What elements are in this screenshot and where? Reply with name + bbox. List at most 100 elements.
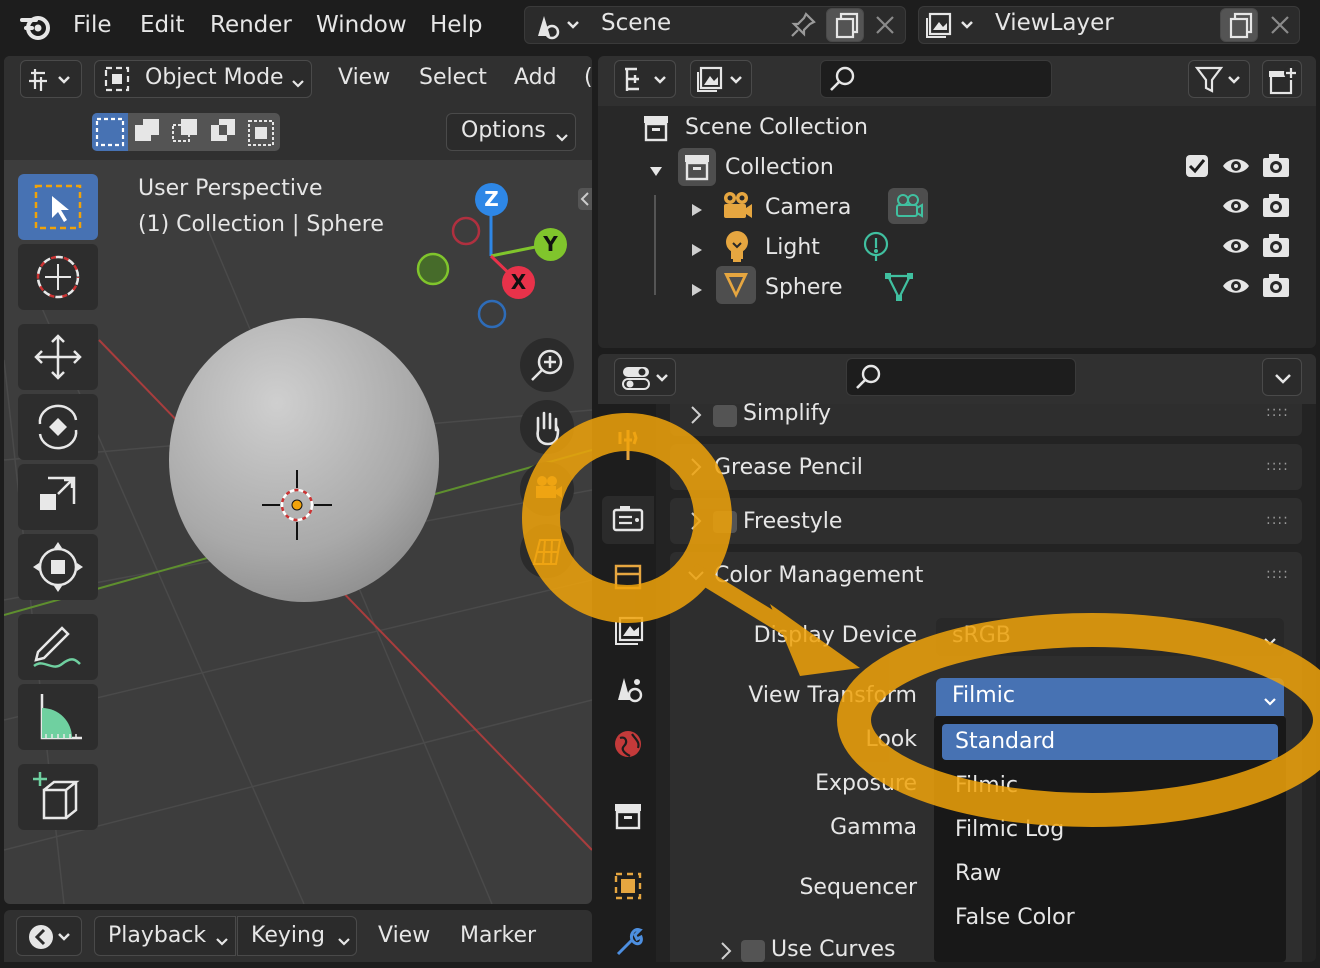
eye-icon[interactable] [1220, 192, 1252, 220]
menu-help[interactable]: Help [430, 0, 482, 50]
expand-arrow-icon[interactable] [690, 279, 704, 296]
camera-data-icon[interactable] [888, 188, 928, 224]
close-scene-icon[interactable] [872, 12, 898, 38]
camera-view-icon[interactable] [520, 462, 574, 516]
gizmo-z-axis[interactable]: Z [475, 183, 508, 216]
tool-annotate[interactable] [18, 614, 98, 680]
tool-cursor[interactable] [18, 244, 98, 310]
tool-transform[interactable] [18, 534, 98, 600]
drag-handle-icon[interactable]: :::: [1266, 566, 1289, 582]
outliner-item-camera[interactable]: Camera [765, 195, 851, 220]
tool-move[interactable] [18, 324, 98, 390]
render-camera-icon[interactable] [1260, 150, 1292, 182]
expand-arrow-icon[interactable] [690, 199, 704, 216]
drag-handle-icon[interactable]: :::: [1266, 512, 1289, 528]
filter-button[interactable] [1188, 60, 1250, 98]
viewport-menu-object[interactable]: ( [584, 65, 592, 90]
properties-editor-type-button[interactable] [614, 358, 676, 396]
mesh-object-icon [716, 266, 756, 304]
timeline-menu-marker[interactable]: Marker [460, 923, 536, 948]
new-scene-button[interactable] [826, 8, 864, 42]
render-camera-icon[interactable] [1260, 270, 1292, 302]
view-layer-tab-icon[interactable] [608, 610, 648, 650]
freestyle-checkbox[interactable] [713, 511, 737, 533]
display-mode-button[interactable] [690, 60, 752, 98]
chevron-down-icon[interactable] [686, 566, 706, 584]
use-curves-label[interactable]: Use Curves [771, 937, 895, 962]
scene-name[interactable]: Scene [601, 10, 671, 36]
outliner-collection[interactable]: Collection [725, 155, 834, 180]
world-tab-icon[interactable] [608, 724, 648, 764]
timeline-menu-view[interactable]: View [378, 923, 430, 948]
render-layer-icon[interactable] [924, 8, 978, 42]
gizmo-x-axis[interactable]: X [502, 266, 535, 299]
zoom-icon[interactable] [520, 338, 574, 392]
ortho-grid-icon[interactable] [520, 524, 574, 578]
outliner-item-sphere[interactable]: Sphere [765, 275, 843, 300]
expand-arrow-icon[interactable] [690, 239, 704, 256]
sidebar-toggle-icon[interactable] [578, 188, 592, 210]
drag-handle-icon[interactable]: :::: [1266, 404, 1289, 420]
properties-search-input[interactable] [846, 358, 1076, 396]
blender-logo-icon[interactable] [18, 8, 54, 44]
select-extend-icon[interactable] [130, 113, 166, 151]
menu-window[interactable]: Window [316, 0, 407, 50]
select-intersect-icon[interactable] [244, 113, 280, 151]
render-tab-icon[interactable] [602, 496, 654, 544]
eye-icon[interactable] [1220, 272, 1252, 300]
render-camera-icon[interactable] [1260, 230, 1292, 262]
select-difference-icon[interactable] [206, 113, 242, 151]
simplify-checkbox[interactable] [713, 405, 737, 427]
outliner-item-light[interactable]: Light [765, 235, 820, 260]
editor-type-button[interactable] [20, 60, 82, 98]
tool-scale[interactable] [18, 464, 98, 530]
pan-hand-icon[interactable] [520, 400, 574, 454]
checkbox-icon[interactable] [1186, 155, 1208, 177]
menu-option-filmic-log[interactable]: Filmic Log [955, 817, 1064, 842]
tool-select-box[interactable] [18, 174, 98, 240]
menu-edit[interactable]: Edit [140, 0, 185, 50]
menu-file[interactable]: File [73, 0, 112, 50]
object-mode-label: Object Mode [145, 65, 284, 90]
eye-icon[interactable] [1220, 152, 1252, 180]
light-data-icon[interactable] [860, 228, 892, 264]
scene-icon[interactable] [530, 8, 584, 42]
select-subtract-icon[interactable] [168, 113, 204, 151]
render-camera-icon[interactable] [1260, 190, 1292, 222]
menu-option-false-color[interactable]: False Color [955, 905, 1075, 930]
drag-handle-icon[interactable]: :::: [1266, 458, 1289, 474]
scene-tab-icon[interactable] [608, 668, 648, 708]
close-viewlayer-icon[interactable] [1267, 12, 1293, 38]
properties-options-button[interactable] [1262, 358, 1302, 396]
timeline-editor-type-button[interactable] [16, 916, 82, 956]
viewport-menu-add[interactable]: Add [514, 65, 557, 90]
viewport-menu-view[interactable]: View [338, 65, 390, 90]
viewport-menu-select[interactable]: Select [419, 65, 487, 90]
new-collection-button[interactable] [1262, 60, 1302, 98]
pin-icon[interactable] [788, 10, 818, 40]
panel-color-management-label[interactable]: Color Management [714, 563, 923, 588]
modifier-tab-icon[interactable] [608, 922, 648, 962]
select-new-icon[interactable] [92, 113, 128, 151]
menu-render[interactable]: Render [210, 0, 292, 50]
outliner-editor-type-button[interactable] [614, 60, 676, 98]
viewlayer-name[interactable]: ViewLayer [995, 10, 1114, 36]
menu-option-filmic[interactable]: Filmic [955, 773, 1018, 798]
object-mode-icon [102, 64, 132, 94]
eye-icon[interactable] [1220, 232, 1252, 260]
mesh-data-icon[interactable] [882, 268, 916, 304]
output-tab-icon[interactable] [608, 556, 648, 596]
tool-add-cube[interactable] [18, 764, 98, 830]
use-curves-checkbox[interactable] [741, 940, 765, 962]
object-tab-icon[interactable] [608, 866, 648, 906]
gizmo-y-axis[interactable]: Y [534, 228, 567, 261]
menu-option-raw[interactable]: Raw [955, 861, 1001, 886]
tool-tab-icon[interactable] [608, 424, 648, 464]
outliner-search-input[interactable] [820, 60, 1052, 98]
expand-arrow-icon[interactable] [648, 160, 664, 176]
collection-tab-icon[interactable] [608, 796, 648, 836]
outliner-scene-collection[interactable]: Scene Collection [685, 115, 868, 140]
tool-measure[interactable] [18, 684, 98, 750]
new-viewlayer-button[interactable] [1220, 8, 1258, 42]
tool-rotate[interactable] [18, 394, 98, 460]
